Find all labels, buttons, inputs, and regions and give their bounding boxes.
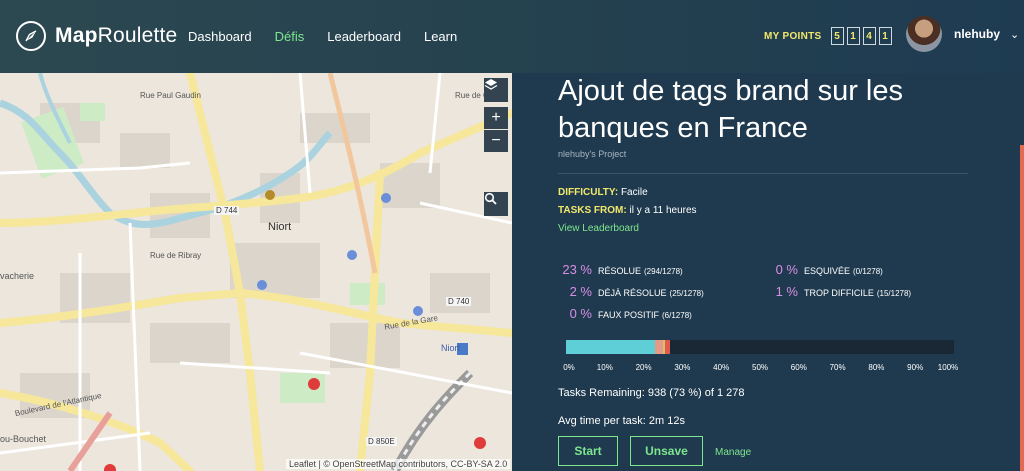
difficulty-value: Facile bbox=[620, 187, 648, 198]
points-digit: 1 bbox=[878, 27, 892, 45]
my-points: MY POINTS 5 1 4 1 bbox=[764, 27, 892, 45]
map-label-niort: Niort bbox=[268, 221, 292, 233]
stat-count: (0/1278) bbox=[853, 267, 883, 276]
progress-segment-resolue bbox=[566, 340, 656, 354]
map-label-d850e: D 850E bbox=[366, 437, 397, 446]
progress-tick-label: 80% bbox=[868, 363, 885, 372]
stat-label: DÉJÀ RÉSOLUE bbox=[598, 288, 667, 298]
map-label-niort-station: Niort bbox=[441, 343, 461, 353]
progress-tick-label: 30% bbox=[674, 363, 691, 372]
stat-count: (294/1278) bbox=[644, 267, 683, 276]
map-label-bouchet: ou-Bouchet bbox=[0, 434, 47, 444]
stat-resolue: 23 % RÉSOLUE (294/1278) bbox=[558, 262, 683, 277]
points-digit: 1 bbox=[846, 27, 860, 45]
stat-percent: 23 % bbox=[562, 262, 592, 277]
nav-leaderboard[interactable]: Leaderboard bbox=[327, 29, 401, 44]
progress-tick-label: 90% bbox=[907, 363, 924, 372]
maproulette-logo[interactable]: MapRoulette bbox=[16, 21, 177, 51]
tasks-from-value: il y a 11 heures bbox=[629, 205, 697, 216]
challenge-owner: nlehuby's Project bbox=[558, 149, 627, 159]
difficulty-row: DIFFICULTY: Facile bbox=[558, 187, 648, 198]
stat-percent: 0 % bbox=[775, 262, 798, 277]
map-tiles[interactable] bbox=[0, 73, 512, 471]
stat-label: ESQUIVÉE bbox=[804, 266, 851, 276]
stat-deja-resolue: 2 % DÉJÀ RÉSOLUE (25/1278) bbox=[558, 284, 704, 299]
tasks-remaining: Tasks Remaining: 938 (73 %) of 1 278 bbox=[558, 387, 745, 399]
brand-name: MapRoulette bbox=[55, 24, 178, 47]
stat-percent: 2 % bbox=[569, 284, 592, 299]
top-navigation-bar: MapRoulette Dashboard Défis Leaderboard … bbox=[0, 0, 1024, 73]
stat-count: (15/1278) bbox=[876, 289, 912, 298]
avatar[interactable] bbox=[906, 16, 942, 52]
stat-percent: 0 % bbox=[569, 306, 592, 321]
stat-label: FAUX POSITIF bbox=[598, 310, 660, 320]
chevron-down-icon[interactable]: ⌄ bbox=[1010, 28, 1019, 41]
difficulty-label: DIFFICULTY: bbox=[558, 187, 619, 198]
manage-link[interactable]: Manage bbox=[715, 447, 751, 458]
stat-count: (6/1278) bbox=[662, 311, 692, 320]
compass-icon bbox=[16, 21, 46, 51]
layers-icon[interactable] bbox=[484, 78, 508, 102]
panel-scroll-edge bbox=[1020, 145, 1024, 471]
stat-esquivee: 0 % ESQUIVÉE (0/1278) bbox=[764, 262, 883, 277]
stat-label: RÉSOLUE bbox=[598, 266, 642, 276]
challenge-title: Ajout de tags brand sur les banques en F… bbox=[558, 75, 903, 144]
username[interactable]: nlehuby bbox=[954, 27, 1000, 41]
progress-tick-label: 60% bbox=[790, 363, 807, 372]
progress-tick-label: 70% bbox=[829, 363, 846, 372]
nav-defis[interactable]: Défis bbox=[275, 29, 305, 44]
search-icon[interactable] bbox=[484, 192, 508, 216]
progress-tick-label: 10% bbox=[596, 363, 613, 372]
progress-tick-label: 0% bbox=[563, 363, 575, 372]
points-digit: 4 bbox=[862, 27, 876, 45]
points-digit: 5 bbox=[830, 27, 844, 45]
stat-count: (25/1278) bbox=[669, 289, 704, 298]
tasks-from-label: TASKS FROM: bbox=[558, 205, 627, 216]
progress-tick-label: 20% bbox=[635, 363, 652, 372]
tasks-from-row: TASKS FROM: il y a 11 heures bbox=[558, 205, 697, 216]
map-label-vacherie: vacherie bbox=[0, 271, 35, 281]
stat-percent: 1 % bbox=[775, 284, 798, 299]
zoom-out-button[interactable]: − bbox=[484, 130, 508, 152]
stat-trop-difficile: 1 % TROP DIFFICILE (15/1278) bbox=[764, 284, 912, 299]
map-label-paul-gaudin: Rue Paul Gaudin bbox=[140, 91, 201, 100]
progress-tick-label: 50% bbox=[751, 363, 769, 372]
start-button[interactable]: Start bbox=[558, 436, 618, 466]
stat-label: TROP DIFFICILE bbox=[804, 288, 874, 298]
avg-time-per-task: Avg time per task: 2m 12s bbox=[558, 415, 685, 427]
map-view[interactable]: Niort Niort Boulevard de l'Atlantique D … bbox=[0, 73, 512, 471]
zoom-in-button[interactable]: + bbox=[484, 107, 508, 129]
challenge-panel: Ajout de tags brand sur les banques en F… bbox=[512, 73, 1024, 471]
divider bbox=[558, 173, 968, 174]
nav-learn[interactable]: Learn bbox=[424, 29, 457, 44]
map-attribution[interactable]: Leaflet | © OpenStreetMap contributors, … bbox=[286, 459, 511, 469]
map-label-ribray: Rue de Ribray bbox=[150, 251, 202, 260]
points-label: MY POINTS bbox=[764, 30, 822, 42]
map-label-d744: D 744 bbox=[214, 206, 240, 215]
nav-dashboard[interactable]: Dashboard bbox=[188, 29, 252, 44]
progress-segment-deja-resolue bbox=[655, 340, 663, 354]
main-nav: Dashboard Défis Leaderboard Learn bbox=[188, 29, 480, 44]
view-leaderboard-link[interactable]: View Leaderboard bbox=[558, 223, 639, 234]
progress-tick-label: 100% bbox=[937, 363, 959, 372]
progress-tick-label: 40% bbox=[713, 363, 730, 372]
stat-faux-positif: 0 % FAUX POSITIF (6/1278) bbox=[558, 306, 692, 321]
user-menu[interactable]: nlehuby ⌄ bbox=[906, 16, 1019, 52]
unsave-button[interactable]: Unsave bbox=[630, 436, 703, 466]
completion-progress-bar bbox=[566, 340, 954, 354]
map-label-d740: D 740 bbox=[446, 297, 472, 306]
progress-segment-trop-difficile bbox=[664, 340, 670, 354]
